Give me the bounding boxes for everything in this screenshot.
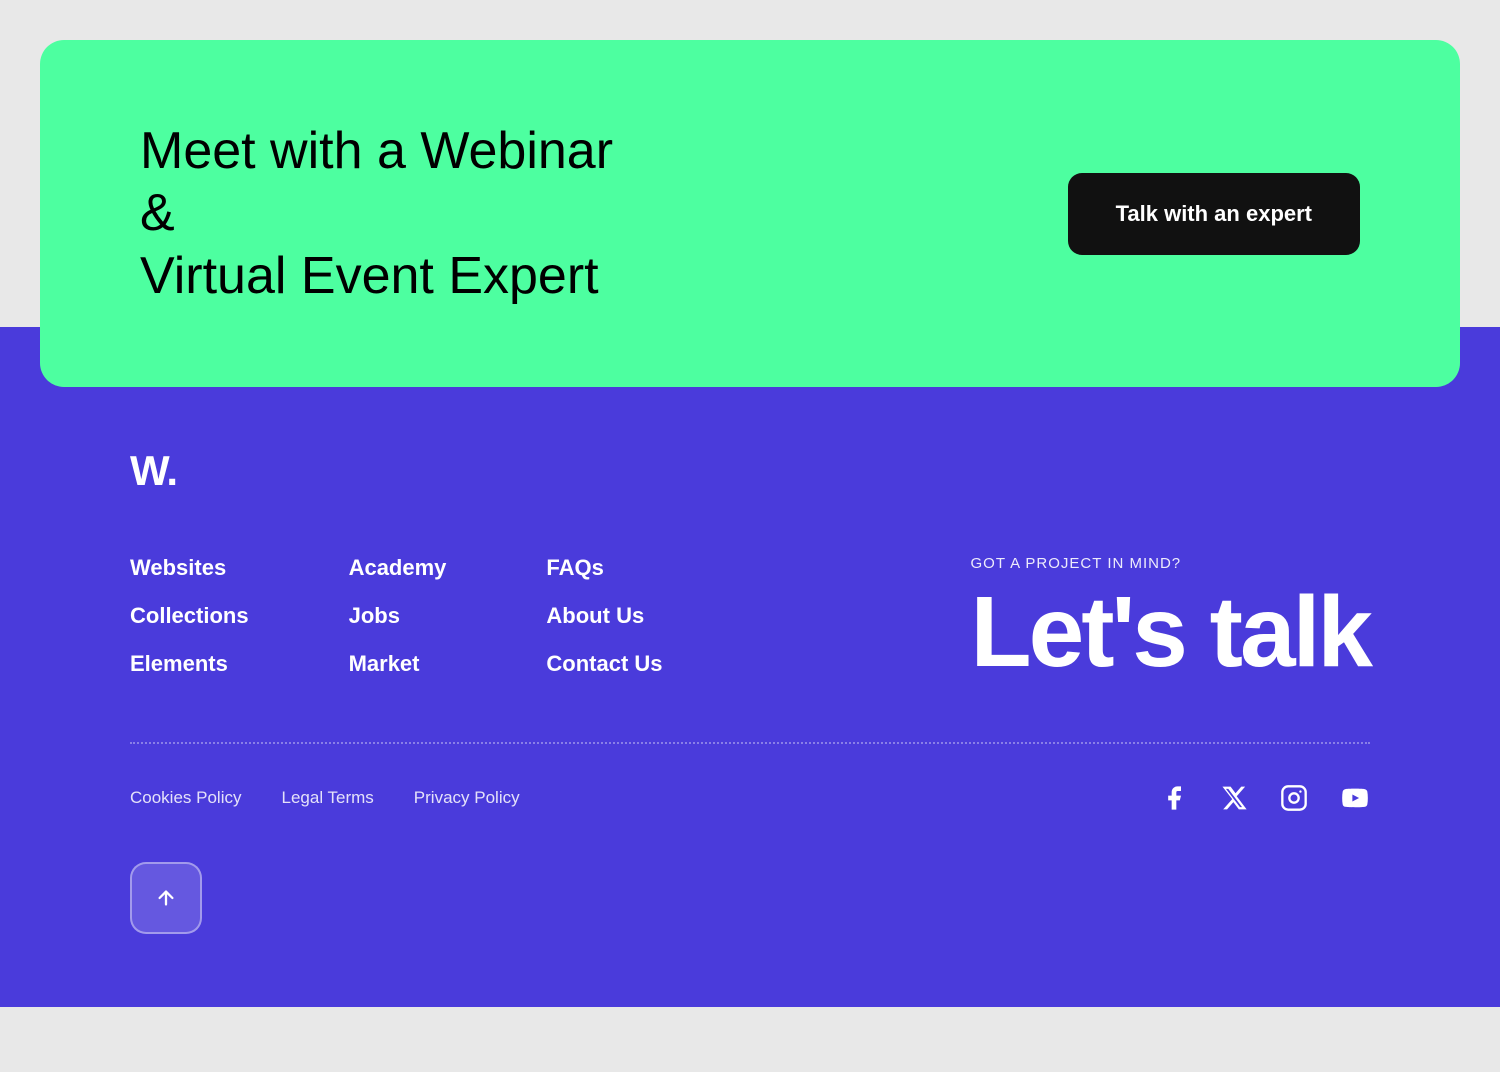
nav-collections[interactable]: Collections [130,603,249,629]
instagram-icon[interactable] [1280,784,1308,812]
footer-nav-col-2: Academy Jobs Market [349,555,447,677]
youtube-icon[interactable] [1340,784,1370,812]
hero-wrapper: Meet with a Webinar &Virtual Event Exper… [0,0,1500,387]
privacy-policy-link[interactable]: Privacy Policy [414,788,520,808]
footer-legal: Cookies Policy Legal Terms Privacy Polic… [130,788,520,808]
footer-social [1160,784,1370,812]
scroll-to-top-button[interactable] [130,862,202,934]
talk-with-expert-button[interactable]: Talk with an expert [1068,173,1360,255]
footer-cta: GOT A PROJECT IN MIND? Let's talk [971,555,1371,682]
cookies-policy-link[interactable]: Cookies Policy [130,788,242,808]
nav-jobs[interactable]: Jobs [349,603,447,629]
footer: W. Websites Collections Elements Academy… [0,327,1500,1007]
footer-nav: Websites Collections Elements Academy Jo… [130,555,663,677]
footer-main: Websites Collections Elements Academy Jo… [130,555,1370,682]
nav-elements[interactable]: Elements [130,651,249,677]
footer-logo: W. [130,447,1370,495]
footer-bottom-wrapper: Cookies Policy Legal Terms Privacy Polic… [130,784,1370,974]
x-twitter-icon[interactable] [1220,784,1248,812]
footer-nav-col-1: Websites Collections Elements [130,555,249,677]
footer-cta-label: GOT A PROJECT IN MIND? [971,555,1371,572]
footer-bottom: Cookies Policy Legal Terms Privacy Polic… [130,784,1370,862]
nav-websites[interactable]: Websites [130,555,249,581]
legal-terms-link[interactable]: Legal Terms [282,788,374,808]
nav-faqs[interactable]: FAQs [546,555,662,581]
nav-market[interactable]: Market [349,651,447,677]
footer-cta-heading[interactable]: Let's talk [971,582,1371,682]
footer-nav-col-3: FAQs About Us Contact Us [546,555,662,677]
nav-academy[interactable]: Academy [349,555,447,581]
nav-contact-us[interactable]: Contact Us [546,651,662,677]
hero-title: Meet with a Webinar &Virtual Event Exper… [140,120,660,307]
facebook-icon[interactable] [1160,784,1188,812]
hero-banner: Meet with a Webinar &Virtual Event Exper… [40,40,1460,387]
nav-about-us[interactable]: About Us [546,603,662,629]
footer-divider [130,742,1370,744]
